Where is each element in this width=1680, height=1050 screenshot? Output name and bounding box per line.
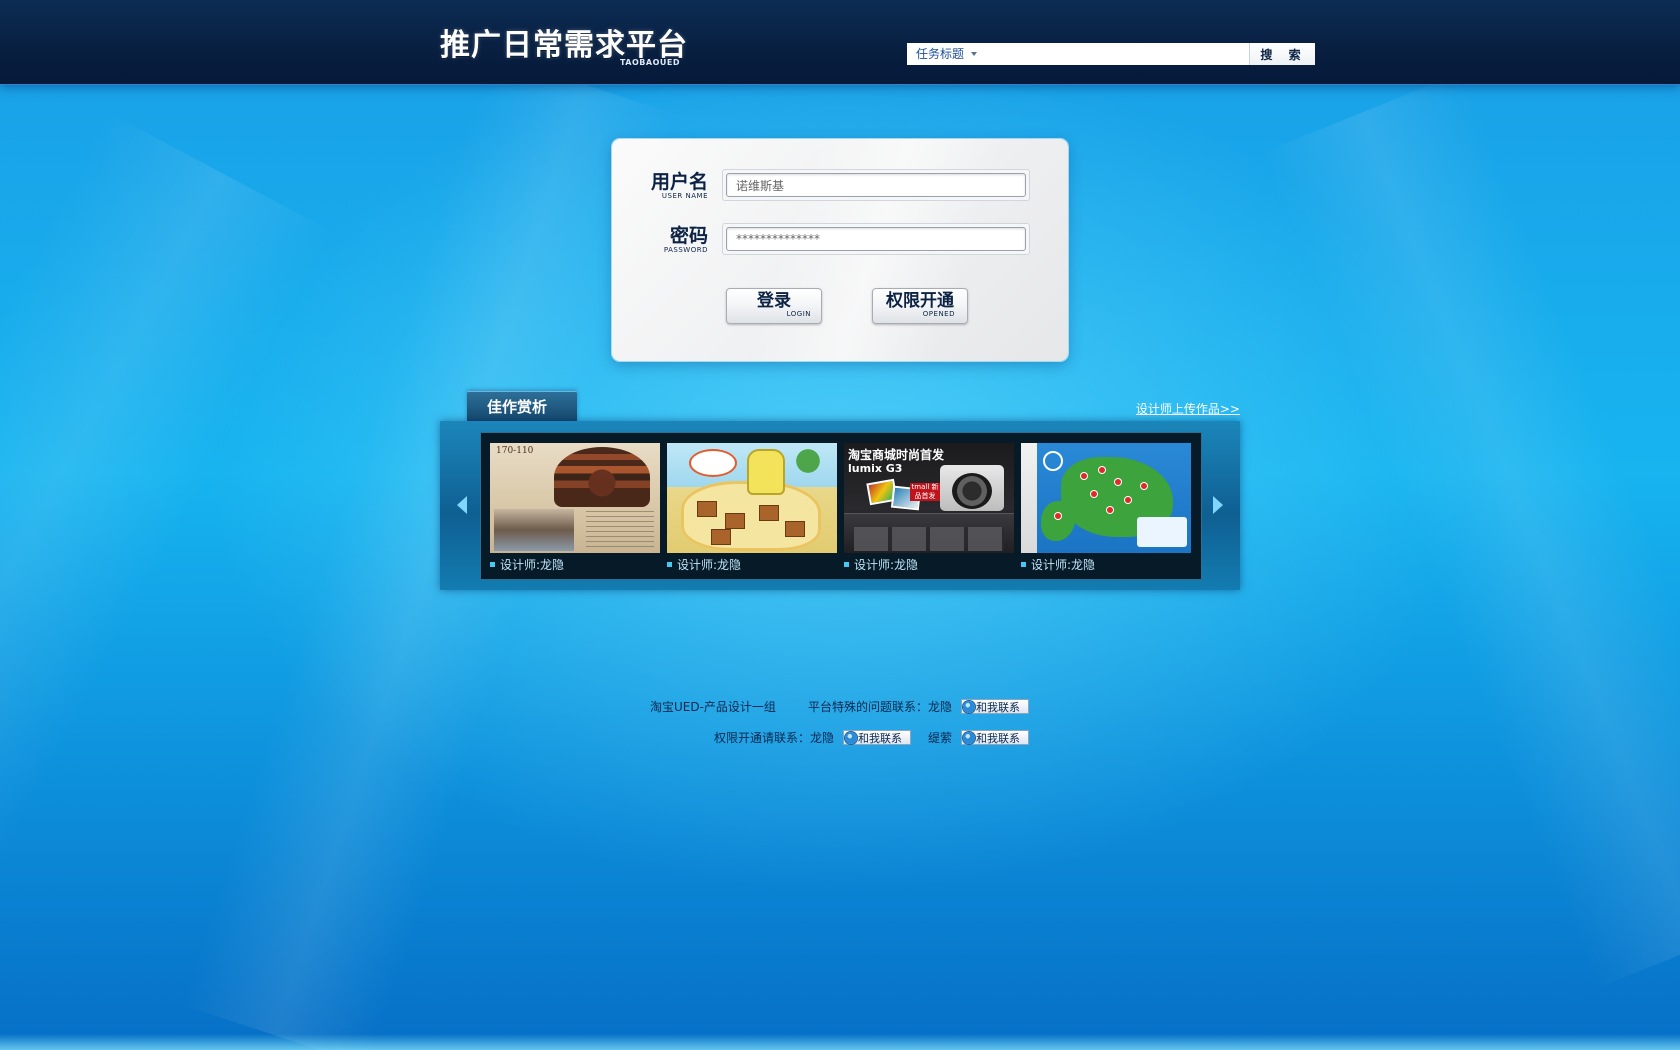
palm-tree-graphic xyxy=(785,445,831,485)
open-permission-label: 权限开通 xyxy=(886,291,954,311)
contact-me-label: 和我联系 xyxy=(858,731,902,745)
open-permission-label-en: OPENED xyxy=(922,310,955,318)
site-logo[interactable]: 推广日常需求平台 TAOBAOUED xyxy=(440,20,690,70)
gallery-card[interactable]: 170-110 设计师:龙隐 xyxy=(490,443,660,573)
sign-graphic xyxy=(711,529,731,545)
map-continent-graphic xyxy=(1041,501,1075,541)
designer-caption: 设计师:龙隐 xyxy=(1031,558,1096,572)
gallery-track: 170-110 设计师:龙隐 设计师:龙隐 淘宝商城时尚首发 lumix G3 … xyxy=(480,432,1202,580)
designer-upload-link[interactable]: 设计师上传作品>> xyxy=(1136,400,1240,417)
gallery-thumbnail[interactable] xyxy=(667,443,837,553)
gallery-caption: 设计师:龙隐 xyxy=(490,556,564,573)
footer-other-contact: 缇萦 xyxy=(928,731,953,745)
bottom-glow xyxy=(0,1034,1680,1050)
username-label-text: 用户名 xyxy=(650,171,708,193)
bullet-icon xyxy=(1021,562,1026,567)
password-input[interactable] xyxy=(726,227,1026,251)
chat-icon xyxy=(963,731,975,744)
gallery-tab-label: 佳作赏析 xyxy=(487,398,548,416)
contact-me-button[interactable]: 和我联系 xyxy=(843,730,911,745)
top-header: 推广日常需求平台 TAOBAOUED 任务标题 搜 索 xyxy=(0,0,1680,85)
password-field-frame xyxy=(722,223,1030,255)
thumbnail-text-block xyxy=(586,511,654,549)
search-bar: 任务标题 搜 索 xyxy=(907,43,1315,65)
thumbnail-photo xyxy=(494,509,574,551)
contact-me-label: 和我联系 xyxy=(976,700,1020,714)
camera-lens-graphic xyxy=(952,473,992,509)
gallery-carousel: 170-110 设计师:龙隐 设计师:龙隐 淘宝商城时尚首发 lumix G3 … xyxy=(440,421,1240,590)
gallery-caption: 设计师:龙隐 xyxy=(667,556,741,573)
carousel-next-arrow-icon[interactable] xyxy=(1213,496,1223,514)
gallery-caption: 设计师:龙隐 xyxy=(1021,556,1095,573)
search-input[interactable] xyxy=(985,43,1249,65)
bullet-icon xyxy=(490,562,495,567)
gallery-card[interactable]: 设计师:龙隐 xyxy=(1021,443,1191,573)
gallery-card[interactable]: 淘宝商城时尚首发 lumix G3 tmall 新品首发 设计师:龙隐 xyxy=(844,443,1014,573)
username-field-frame xyxy=(722,169,1030,201)
designer-caption: 设计师:龙隐 xyxy=(677,558,742,572)
map-pin-icon xyxy=(1055,513,1061,519)
sign-graphic xyxy=(759,505,779,521)
footer-permission-contact: 权限开通请联系：龙隐 xyxy=(714,731,835,745)
gallery-card[interactable]: 设计师:龙隐 xyxy=(667,443,837,573)
thumbnail-badge: tmall 新品首发 xyxy=(910,483,940,501)
password-label: 密码 PASSWORD xyxy=(664,226,708,255)
thumbnail-info-box xyxy=(1137,517,1187,547)
search-button[interactable]: 搜 索 xyxy=(1249,43,1315,65)
bullet-icon xyxy=(844,562,849,567)
username-label: 用户名 USER NAME xyxy=(651,172,708,201)
gallery-thumbnail[interactable]: 淘宝商城时尚首发 lumix G3 tmall 新品首发 xyxy=(844,443,1014,553)
map-pin-icon xyxy=(1081,473,1087,479)
password-label-en: PASSWORD xyxy=(663,246,708,254)
thumbnail-header-text: 170-110 xyxy=(496,446,534,456)
chat-icon xyxy=(845,731,857,744)
footer-issue-contact: 平台特殊的问题联系：龙隐 xyxy=(808,700,953,714)
map-pin-icon xyxy=(1125,497,1131,503)
sign-graphic xyxy=(697,501,717,517)
chat-icon xyxy=(963,700,975,713)
map-pin-icon xyxy=(1107,507,1113,513)
bullet-icon xyxy=(667,562,672,567)
footer-team: 淘宝UED-产品设计一组 xyxy=(650,700,776,714)
background-streak xyxy=(1259,71,1680,989)
contact-me-label: 和我联系 xyxy=(976,731,1020,745)
cartoon-character-graphic xyxy=(747,449,785,495)
background-streak xyxy=(0,111,337,1029)
thumbnail-subtitle: lumix G3 xyxy=(848,462,903,475)
gallery-thumbnail[interactable]: 170-110 xyxy=(490,443,660,553)
open-permission-button[interactable]: 权限开通 OPENED xyxy=(872,288,968,324)
gallery-thumbnail[interactable] xyxy=(1021,443,1191,553)
gallery-caption: 设计师:龙隐 xyxy=(844,556,918,573)
badge-graphic xyxy=(689,449,737,477)
map-pin-icon xyxy=(1091,491,1097,497)
password-label-text: 密码 xyxy=(669,225,708,247)
logo-subtitle: TAOBAOUED xyxy=(619,58,680,67)
thumbnail-title: 淘宝商城时尚首发 xyxy=(848,448,945,462)
pagoda-graphic xyxy=(554,447,650,507)
sign-graphic xyxy=(785,521,805,537)
gallery-tab[interactable]: 佳作赏析 xyxy=(467,391,577,422)
contact-me-button[interactable]: 和我联系 xyxy=(961,699,1029,714)
contact-me-button[interactable]: 和我联系 xyxy=(961,730,1029,745)
carousel-prev-arrow-icon[interactable] xyxy=(457,496,467,514)
login-button-label: 登录 xyxy=(757,291,791,311)
thumbnail-side-strip xyxy=(1021,443,1037,553)
search-category-label: 任务标题 xyxy=(916,47,965,61)
compass-icon xyxy=(1043,451,1063,471)
sign-graphic xyxy=(725,513,745,529)
map-pin-icon xyxy=(1141,483,1147,489)
chevron-down-icon xyxy=(971,52,978,56)
search-category-select[interactable]: 任务标题 xyxy=(907,43,985,65)
designer-caption: 设计师:龙隐 xyxy=(854,558,919,572)
designer-caption: 设计师:龙隐 xyxy=(500,558,565,572)
username-label-en: USER NAME xyxy=(661,192,708,200)
map-pin-icon xyxy=(1099,467,1105,473)
map-pin-icon xyxy=(1115,479,1121,485)
login-button[interactable]: 登录 LOGIN xyxy=(726,288,822,324)
login-button-label-en: LOGIN xyxy=(786,310,811,318)
username-input[interactable] xyxy=(726,173,1026,197)
login-panel: 用户名 USER NAME 密码 PASSWORD 登录 LOGIN 权限开通 … xyxy=(612,139,1068,361)
thumbnail-photo-strip xyxy=(854,527,1004,551)
